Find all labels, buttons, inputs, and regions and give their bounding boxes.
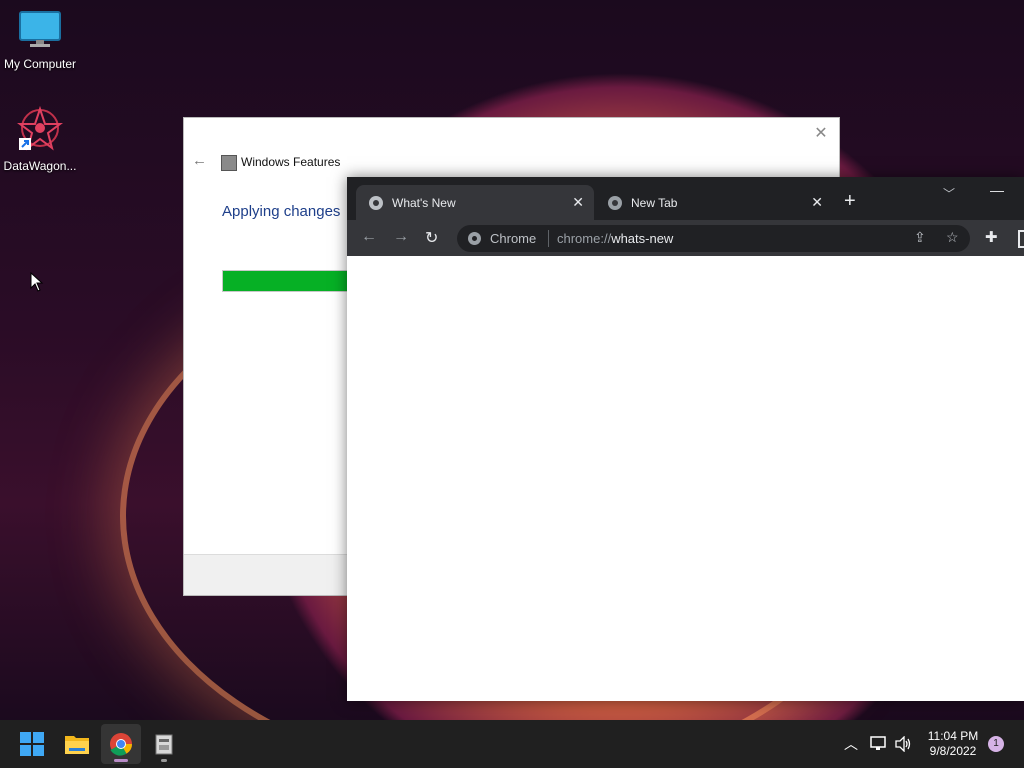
system-clock[interactable]: 11:04 PM 9/8/2022 <box>920 729 986 759</box>
url-scheme: chrome:// <box>557 231 612 246</box>
reload-icon[interactable]: ↻ <box>425 228 438 248</box>
datawagon-icon <box>17 105 63 151</box>
installer-taskbar-button[interactable] <box>144 724 184 764</box>
desktop-icon-label: DataWagon... <box>3 159 77 173</box>
file-explorer-button[interactable] <box>57 724 97 764</box>
tab-strip: What's New ✕ New Tab ✕ + ﹀ — <box>347 177 1024 220</box>
minimize-icon[interactable]: — <box>990 182 1004 198</box>
tab-label: New Tab <box>631 196 678 210</box>
desktop-icon-my-computer[interactable]: My Computer <box>0 10 80 71</box>
close-tab-icon[interactable]: ✕ <box>811 194 823 211</box>
side-panel-icon[interactable] <box>1018 230 1024 248</box>
back-icon[interactable]: ← <box>361 228 377 246</box>
clock-date: 9/8/2022 <box>929 744 977 758</box>
close-tab-icon[interactable]: ✕ <box>572 194 584 211</box>
chrome-window: What's New ✕ New Tab ✕ + ﹀ — ← → ↻ Chrom… <box>347 177 1024 701</box>
forward-icon[interactable]: → <box>393 228 409 246</box>
volume-icon[interactable] <box>894 736 912 752</box>
extensions-puzzle-icon[interactable]: ✚ <box>985 228 998 246</box>
windows-start-icon <box>20 732 44 756</box>
clock-time: 11:04 PM <box>927 729 979 743</box>
running-app-indicator <box>161 759 167 762</box>
desktop-icon-datawagon[interactable]: DataWagon... <box>0 105 80 173</box>
share-icon[interactable]: ⇪ <box>914 229 926 246</box>
chrome-icon <box>110 733 132 756</box>
mouse-cursor-icon <box>30 272 44 292</box>
notification-badge[interactable]: 1 <box>988 736 1004 752</box>
file-explorer-icon <box>65 736 89 754</box>
active-app-indicator <box>114 759 128 762</box>
url-host: whats-new <box>611 231 674 246</box>
applying-changes-heading: Applying changes <box>222 203 341 220</box>
chrome-favicon-icon <box>369 196 383 210</box>
dialog-title: Windows Features <box>241 155 341 169</box>
taskbar: ︿ 11:04 PM 9/8/2022 <box>0 720 1024 768</box>
network-icon[interactable] <box>870 736 888 752</box>
bookmark-star-icon[interactable]: ☆ <box>946 229 959 246</box>
chrome-taskbar-button[interactable] <box>101 724 141 764</box>
tab-search-chevron-icon[interactable]: ﹀ <box>943 185 955 202</box>
omnibox-divider <box>548 230 549 247</box>
tab-new-tab[interactable]: New Tab ✕ <box>595 185 833 220</box>
installer-icon <box>155 734 173 755</box>
windows-features-icon <box>221 155 237 171</box>
monitor-icon <box>19 11 61 47</box>
start-button[interactable] <box>12 724 52 764</box>
chrome-page-chip: Chrome <box>490 231 537 246</box>
desktop-icon-label: My Computer <box>3 57 77 71</box>
page-content[interactable] <box>347 256 1024 701</box>
address-url: chrome://whats-new <box>557 231 673 246</box>
close-button[interactable]: ✕ <box>811 124 831 144</box>
tab-whats-new[interactable]: What's New ✕ <box>356 185 594 220</box>
back-arrow-icon[interactable]: ← <box>192 152 207 169</box>
progress-bar-fill <box>223 271 351 291</box>
new-tab-plus-icon[interactable]: + <box>844 191 856 211</box>
browser-toolbar: ← → ↻ Chrome chrome://whats-new ⇪ ☆ ✚ <box>347 220 1024 256</box>
show-hidden-icons-chevron-icon[interactable]: ︿ <box>844 734 858 754</box>
chrome-logo-icon <box>468 232 481 245</box>
chrome-favicon-icon <box>608 196 622 210</box>
address-bar[interactable]: Chrome chrome://whats-new ⇪ ☆ <box>457 225 970 252</box>
tab-label: What's New <box>392 196 456 210</box>
